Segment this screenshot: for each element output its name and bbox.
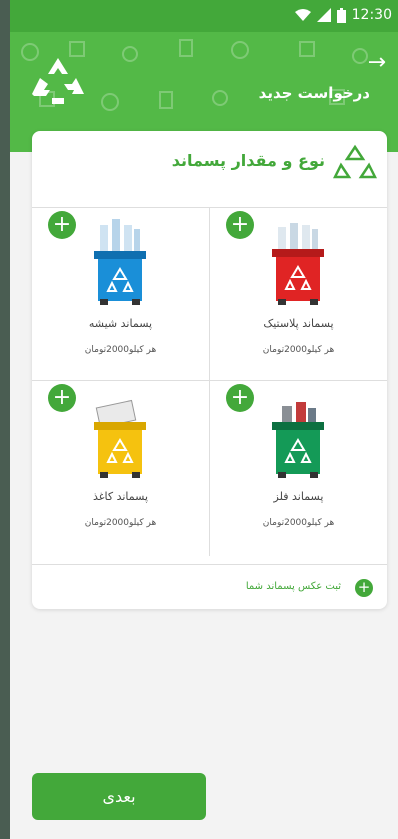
wifi-icon: [294, 9, 311, 21]
glass-bin-icon: [94, 219, 146, 305]
recycle-icon: [333, 144, 377, 179]
status-icons: 12:30: [294, 7, 392, 23]
divider: [32, 564, 387, 565]
add-photo-row[interactable]: + ثبت عکس پسماند شما: [32, 571, 387, 607]
plastic-bin-icon: [272, 223, 324, 305]
waste-item-paper[interactable]: + پسماند کاغذ هر کیلو2000تومان: [32, 380, 209, 556]
next-button[interactable]: بعدی: [32, 773, 206, 820]
item-price: هر کیلو2000تومان: [262, 518, 335, 528]
waste-card: نوع و مقدار پسماند + پسماند پلاستیک هر ک…: [32, 131, 387, 609]
paper-bin-icon: [94, 399, 146, 478]
card-header: نوع و مقدار پسماند: [32, 131, 387, 203]
app-screen: 12:30 درخواست جدید → نوع و مقدار پسماند …: [10, 0, 398, 839]
add-metal-button[interactable]: +: [226, 384, 254, 412]
item-name: پسماند شیشه: [88, 317, 153, 330]
add-glass-button[interactable]: +: [48, 211, 76, 239]
item-price: هر کیلو2000تومان: [84, 518, 157, 528]
card-title: نوع و مقدار پسماند: [171, 151, 325, 170]
item-name: پسماند فلز: [273, 490, 324, 503]
add-photo-label[interactable]: ثبت عکس پسماند شما: [246, 581, 341, 592]
battery-icon: [336, 7, 346, 23]
status-time: 12:30: [351, 7, 392, 23]
status-bar: 12:30: [10, 0, 398, 32]
metal-bin-icon: [272, 402, 324, 478]
back-arrow-icon[interactable]: →: [368, 50, 386, 75]
item-name: پسماند کاغذ: [92, 490, 149, 503]
add-paper-button[interactable]: +: [48, 384, 76, 412]
recycle-logo-icon: [32, 58, 84, 104]
add-plastic-button[interactable]: +: [226, 211, 254, 239]
waste-item-metal[interactable]: + پسماند فلز هر کیلو2000تومان: [209, 380, 386, 556]
item-name: پسماند پلاستیک: [263, 317, 334, 330]
item-price: هر کیلو2000تومان: [84, 345, 157, 355]
waste-item-plastic[interactable]: + پسماند پلاستیک هر کیلو2000تومان: [209, 207, 386, 383]
waste-item-glass[interactable]: + پسماند شیشه هر کیلو2000تومان: [32, 207, 209, 383]
signal-icon: [316, 8, 331, 22]
item-price: هر کیلو2000تومان: [262, 345, 335, 355]
page-title: درخواست جدید: [258, 84, 370, 102]
add-photo-icon[interactable]: +: [355, 579, 373, 597]
